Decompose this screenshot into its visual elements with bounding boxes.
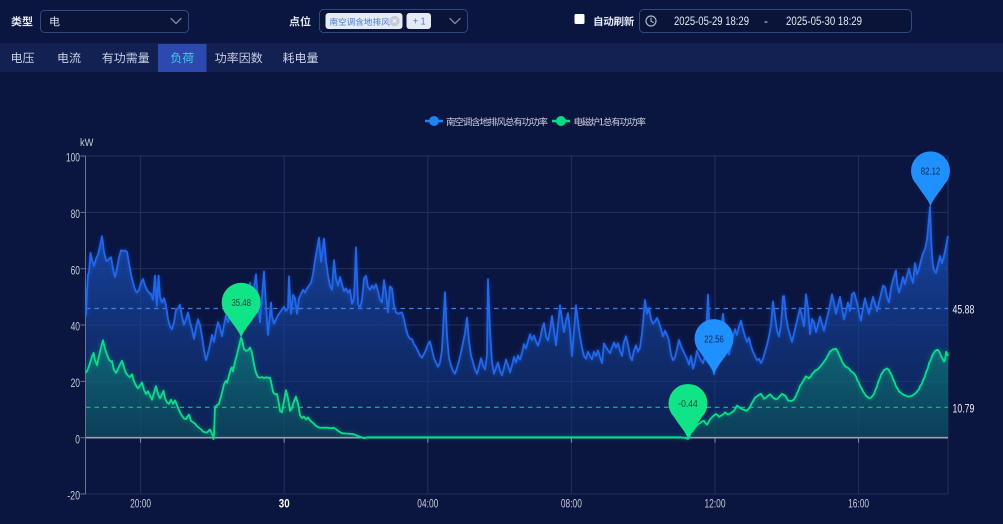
- svg-text:-20: -20: [67, 489, 80, 503]
- svg-text:0: 0: [75, 432, 80, 446]
- svg-text:-0.44: -0.44: [678, 399, 698, 410]
- svg-text:16:00: 16:00: [848, 497, 869, 511]
- svg-text:2025-05-29 18:29: 2025-05-29 18:29: [674, 16, 749, 28]
- svg-text:35.48: 35.48: [231, 298, 251, 309]
- svg-text:40: 40: [71, 320, 81, 334]
- svg-text:82.12: 82.12: [921, 167, 941, 178]
- svg-text:12:00: 12:00: [705, 497, 726, 511]
- svg-text:08:00: 08:00: [561, 497, 582, 511]
- svg-text:20:00: 20:00: [130, 497, 151, 511]
- svg-text:100: 100: [66, 151, 80, 165]
- svg-text:04:00: 04:00: [417, 497, 438, 511]
- svg-text:kW: kW: [80, 137, 94, 149]
- svg-text:2025-05-30 18:29: 2025-05-30 18:29: [786, 16, 862, 28]
- svg-text:+ 1: + 1: [413, 17, 426, 28]
- svg-text:20: 20: [71, 376, 81, 390]
- svg-text:-: -: [764, 16, 768, 28]
- svg-text:45.88: 45.88: [953, 303, 975, 317]
- svg-text:22.56: 22.56: [704, 334, 724, 345]
- svg-text:60: 60: [71, 263, 81, 277]
- svg-text:10.79: 10.79: [953, 402, 975, 416]
- svg-text:30: 30: [279, 497, 290, 511]
- svg-text:80: 80: [71, 207, 81, 221]
